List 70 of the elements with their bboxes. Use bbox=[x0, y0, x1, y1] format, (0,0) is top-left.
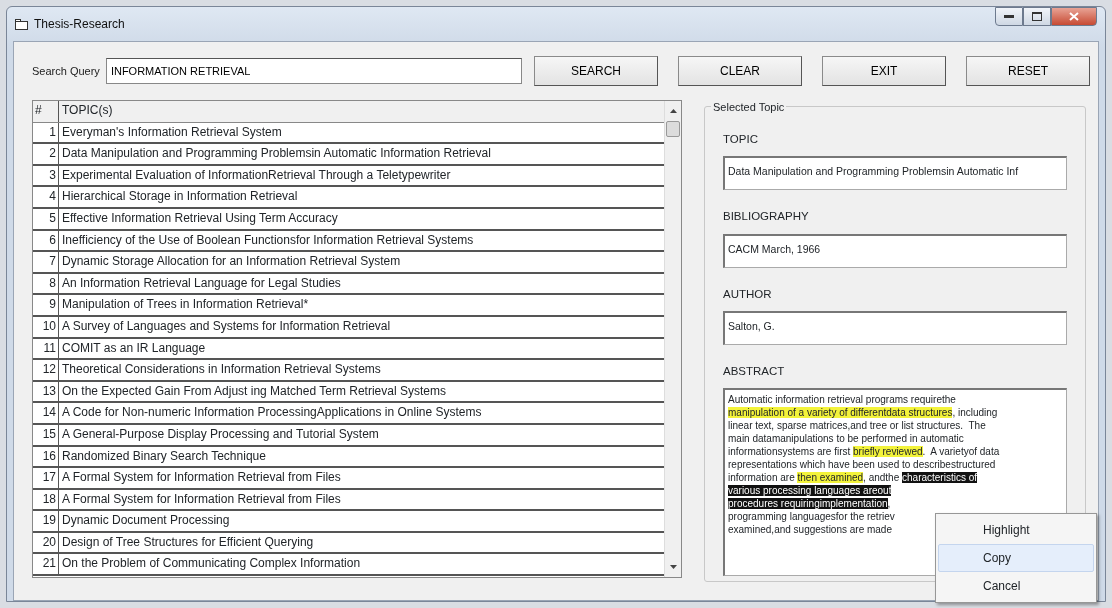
menu-item[interactable]: Copy bbox=[938, 544, 1094, 572]
scroll-up-icon[interactable] bbox=[670, 109, 677, 113]
row-number: 14 bbox=[33, 403, 59, 423]
text-field[interactable]: Salton, G. bbox=[723, 310, 1067, 345]
row-number: 9 bbox=[33, 295, 59, 315]
table-cell[interactable]: Inefficiency of the Use of Boolean Functionsfor Information Retrieval Systems bbox=[59, 230, 474, 251]
table-cell[interactable]: Design of Tree Structures for Efficient Querying bbox=[59, 532, 314, 553]
table-cell[interactable]: Data Manipulation and Programming Problemsin Automatic Information Retrieval bbox=[59, 144, 491, 164]
text-field[interactable]: Data Manipulation and Programming Problemsin Automatic Inf bbox=[723, 156, 1067, 191]
search-field[interactable]: INFORMATION RETRIEVAL bbox=[105, 58, 522, 84]
table-cell[interactable]: A Formal System for Information Retrieval from Files bbox=[59, 468, 341, 488]
scroll-down-icon[interactable] bbox=[670, 565, 677, 569]
table-cell[interactable]: A Survey of Languages and Systems for Information Retrieval bbox=[59, 316, 391, 337]
maximize-icon bbox=[1032, 12, 1042, 21]
row-number: 1 bbox=[33, 122, 59, 143]
row-number: 12 bbox=[33, 360, 59, 380]
row-number: 13 bbox=[33, 381, 59, 402]
table-cell[interactable]: Theoretical Considerations in Information Retrieval Systems bbox=[59, 360, 381, 380]
search-label: Search Query bbox=[32, 63, 100, 79]
row-number: 16 bbox=[33, 446, 59, 467]
row-number: 19 bbox=[33, 511, 59, 531]
field-label: TOPIC bbox=[723, 132, 759, 147]
clear-button[interactable]: CLEAR bbox=[678, 56, 802, 86]
reset-button[interactable]: RESET bbox=[966, 56, 1090, 86]
row-number: 3 bbox=[33, 165, 59, 186]
table-cell[interactable]: Dynamic Document Processing bbox=[59, 511, 230, 531]
row-number: 4 bbox=[33, 187, 59, 207]
row-number: 5 bbox=[33, 208, 59, 229]
window-title: Thesis-Research bbox=[34, 16, 125, 33]
close-button[interactable] bbox=[1051, 7, 1097, 26]
exit-button[interactable]: EXIT bbox=[822, 56, 946, 86]
table-cell[interactable]: Effective Information Retrieval Using Term Accuracy bbox=[59, 208, 338, 229]
row-number: 17 bbox=[33, 468, 59, 488]
table-cell[interactable]: Everyman's Information Retrieval System bbox=[59, 122, 282, 143]
row-number: 6 bbox=[33, 230, 59, 251]
row-number: 21 bbox=[33, 554, 59, 575]
table-cell[interactable]: A Formal System for Information Retrieval from Files bbox=[59, 489, 341, 510]
row-number: 8 bbox=[33, 273, 59, 294]
table-cell[interactable]: Hierarchical Storage in Information Retrieval bbox=[59, 187, 298, 207]
search-button[interactable]: SEARCH bbox=[534, 56, 658, 86]
row-number: 18 bbox=[33, 489, 59, 510]
row-number: 20 bbox=[33, 532, 59, 553]
table-cell[interactable]: A General-Purpose Display Processing and Tutorial System bbox=[59, 424, 379, 445]
scroll-thumb[interactable] bbox=[666, 121, 680, 137]
window-app-icon bbox=[15, 18, 28, 30]
vertical-scrollbar[interactable] bbox=[664, 101, 681, 577]
table-cell[interactable]: COMIT as an IR Language bbox=[59, 338, 206, 359]
minimize-icon bbox=[1004, 14, 1014, 19]
row-number: 2 bbox=[33, 144, 59, 164]
close-icon bbox=[1069, 12, 1079, 21]
row-number: 15 bbox=[33, 424, 59, 445]
column-header[interactable]: # bbox=[33, 101, 59, 122]
row-number: 11 bbox=[33, 338, 59, 359]
table-cell[interactable]: On the Expected Gain From Adjust ing Matched Term Retrieval Systems bbox=[59, 381, 446, 402]
table-cell[interactable]: An Information Retrieval Language for Legal Studies bbox=[59, 273, 341, 294]
field-label: AUTHOR bbox=[723, 286, 773, 302]
maximize-button[interactable] bbox=[1023, 7, 1051, 26]
row-number: 7 bbox=[33, 252, 59, 272]
table-cell[interactable]: Manipulation of Trees in Information Retrieval* bbox=[59, 295, 309, 315]
column-header[interactable]: TOPIC(s) bbox=[59, 101, 113, 122]
table-cell[interactable]: On the Problem of Communicating Complex Information bbox=[59, 554, 361, 575]
field-label: BIBLIOGRAPHY bbox=[723, 209, 810, 225]
minimize-button[interactable] bbox=[995, 7, 1023, 26]
table-cell[interactable]: A Code for Non-numeric Information ProcessingApplications in Online Systems bbox=[59, 403, 482, 423]
row-number: 10 bbox=[33, 316, 59, 337]
table-cell[interactable]: Experimental Evaluation of InformationRetrieval Through a Teletypewriter bbox=[59, 165, 451, 186]
field-label: ABSTRACT bbox=[723, 363, 786, 379]
table-cell[interactable]: Dynamic Storage Allocation for an Information Retrieval System bbox=[59, 252, 401, 272]
text-field[interactable]: CACM March, 1966 bbox=[723, 233, 1067, 268]
table-cell[interactable]: Randomized Binary Search Technique bbox=[59, 446, 266, 467]
